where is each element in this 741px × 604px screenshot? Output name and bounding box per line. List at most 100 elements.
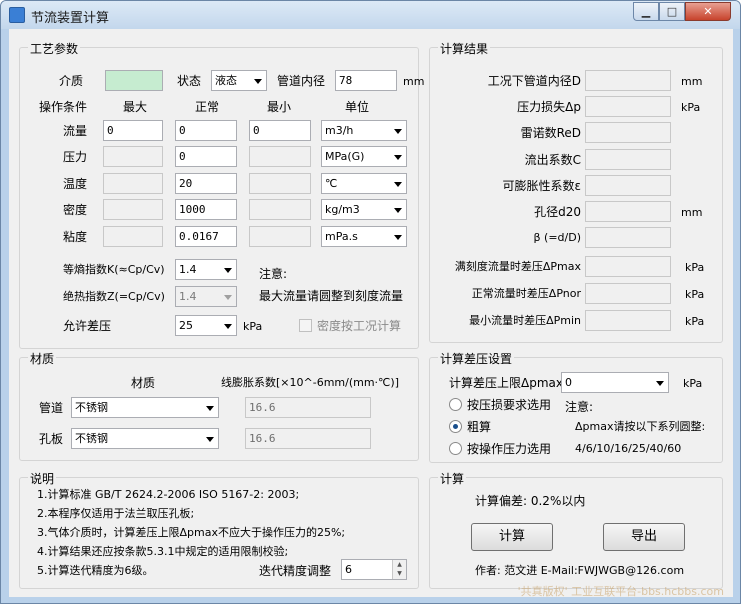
result-unit-dp-nor: kPa (685, 288, 705, 301)
pressure-unit-value: MPa(G) (325, 150, 365, 163)
isentropic-select[interactable]: 1.4 (175, 259, 237, 280)
result-label-pressure-loss: 压力损失Δp (517, 100, 581, 114)
viscosity-label: 粘度 (63, 230, 88, 244)
density-unit-select[interactable]: kg/m3 (321, 199, 407, 220)
orifice-coef-input: 16.6 (245, 428, 371, 449)
state-select[interactable]: 液态 (211, 70, 267, 91)
opt-rough: 粗算 (467, 420, 492, 434)
explain-line: 2.本程序仅适用于法兰取压孔板; (37, 507, 195, 520)
temperature-normal-input[interactable]: 20 (175, 173, 237, 194)
density-condition-checkbox[interactable] (299, 319, 312, 332)
pressure-normal-input[interactable]: 0 (175, 146, 237, 167)
flow-unit-select[interactable]: m3/h (321, 120, 407, 141)
chevron-down-icon (394, 235, 402, 240)
group-title: 计算结果 (438, 40, 491, 57)
pressure-min-input (249, 146, 311, 167)
pipe-material-select[interactable]: 不锈钢 (71, 397, 219, 418)
temperature-label: 温度 (63, 177, 88, 191)
chevron-down-icon (224, 268, 232, 273)
density-unit-value: kg/m3 (325, 203, 360, 216)
group-title: 计算差压设置 (438, 350, 515, 367)
dp-upper-select[interactable]: 0 (561, 372, 669, 393)
chevron-down-icon (254, 79, 262, 84)
material-col-header: 材质 (131, 376, 156, 390)
allowed-dp-select[interactable]: 25 (175, 315, 237, 336)
result-unit-dp-min: kPa (685, 315, 705, 328)
chevron-down-icon (206, 406, 214, 411)
minimize-button[interactable]: ▁ (633, 2, 659, 21)
author-info: 作者: 范文进 E-Mail:FWJWGB@126.com (475, 564, 685, 577)
result-dp-min (585, 310, 671, 331)
radio-rough[interactable] (449, 420, 462, 433)
radio-by-pressure-loss[interactable] (449, 398, 462, 411)
orifice-material-select[interactable]: 不锈钢 (71, 428, 219, 449)
flow-label: 流量 (63, 124, 88, 138)
maximize-button[interactable]: □ (659, 2, 685, 21)
density-normal-input[interactable]: 1000 (175, 199, 237, 220)
dp-series: 4/6/10/16/25/40/60 (575, 442, 682, 455)
title-bar[interactable]: 节流装置计算 ▁ □ ✕ (1, 1, 740, 29)
result-dp-nor (585, 283, 671, 304)
medium-label: 介质 (59, 74, 84, 88)
flow-min-input[interactable]: 0 (249, 120, 311, 141)
temperature-min-input (249, 173, 311, 194)
result-label-dp-max: 满刻度流量时差压ΔPmax (454, 260, 581, 273)
explain-line: 4.计算结果还应按条款5.3.1中规定的适用限制校验; (37, 545, 289, 558)
temperature-unit-value: ℃ (325, 177, 338, 190)
app-icon (9, 7, 25, 23)
result-unit-pressure-loss: kPa (681, 101, 701, 114)
viscosity-min-input (249, 226, 311, 247)
flow-normal-input[interactable]: 0 (175, 120, 237, 141)
header-unit: 单位 (345, 100, 370, 114)
medium-input[interactable] (105, 70, 163, 91)
result-label-dp-min: 最小流量时差压ΔPmin (469, 314, 581, 327)
result-label-expansibility: 可膨胀性系数ε (502, 179, 582, 193)
flow-max-input[interactable]: 0 (103, 120, 163, 141)
close-button[interactable]: ✕ (685, 2, 731, 21)
dp-upper-value: 0 (565, 376, 572, 389)
group-title: 工艺参数 (28, 40, 81, 57)
viscosity-unit-select[interactable]: mPa.s (321, 226, 407, 247)
note-text: 最大流量请圆整到刻度流量 (259, 289, 404, 303)
spinner-arrows-icon[interactable]: ▲ ▼ (392, 560, 406, 579)
viscosity-unit-value: mPa.s (325, 230, 358, 243)
result-unit-pipe-d: mm (681, 75, 703, 88)
viscosity-normal-input[interactable]: 0.0167 (175, 226, 237, 247)
client-area: 工艺参数 介质 状态 液态 管道内径 78 mm 操作条件 最大 正常 最小 单… (9, 29, 733, 597)
calculate-button[interactable]: 计算 (471, 523, 553, 551)
iteration-value: 6 (345, 563, 352, 576)
result-pipe-d (585, 70, 671, 91)
pressure-unit-select[interactable]: MPa(G) (321, 146, 407, 167)
chevron-down-icon (206, 437, 214, 442)
chevron-down-icon (394, 182, 402, 187)
density-label: 密度 (63, 203, 88, 217)
temperature-unit-select[interactable]: ℃ (321, 173, 407, 194)
opt-by-operating-pressure: 按操作压力选用 (467, 442, 552, 456)
dp-note-text: Δpmax请按以下系列圆整: (575, 420, 706, 433)
group-title: 计算 (438, 470, 467, 487)
flow-unit-value: m3/h (325, 124, 354, 137)
result-dp-max (585, 256, 671, 277)
chevron-down-icon (394, 155, 402, 160)
header-min: 最小 (267, 100, 292, 114)
radio-by-operating-pressure[interactable] (449, 442, 462, 455)
adiabatic-label: 绝热指数Z(=Cp/Cv) (63, 290, 165, 303)
dp-note-title: 注意: (565, 400, 594, 414)
result-reynolds (585, 122, 671, 143)
result-label-pipe-d: 工况下管道内径D (487, 74, 581, 88)
result-bore (585, 201, 671, 222)
coef-col-header: 线膨胀系数[×10^-6mm/(mm·℃)] (221, 376, 399, 389)
iteration-spinner[interactable]: 6 ▲ ▼ (341, 559, 407, 580)
result-unit-dp-max: kPa (685, 261, 705, 274)
density-condition-label: 密度按工况计算 (317, 319, 402, 333)
orifice-material-value: 不锈钢 (75, 432, 108, 445)
state-label: 状态 (177, 74, 202, 88)
window-title: 节流装置计算 (31, 11, 110, 26)
pipe-diameter-input[interactable]: 78 (335, 70, 397, 91)
density-min-input (249, 199, 311, 220)
dp-upper-label: 计算差压上限Δpmax (449, 376, 563, 390)
iteration-label: 迭代精度调整 (259, 564, 332, 578)
export-button[interactable]: 导出 (603, 523, 685, 551)
explain-line: 5.计算迭代精度为6级。 (37, 564, 154, 577)
header-max: 最大 (123, 100, 148, 114)
